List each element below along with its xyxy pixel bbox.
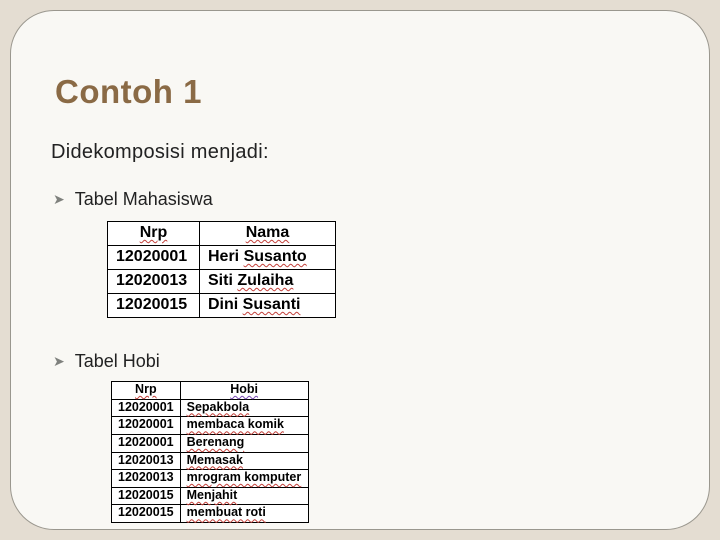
table-row: 12020015 Dini Susanti bbox=[108, 294, 336, 318]
slide-frame: Contoh 1 Didekomposisi menjadi: ➤ Tabel … bbox=[10, 10, 710, 530]
cell-nrp: 12020013 bbox=[112, 470, 181, 488]
cell-nrp: 12020001 bbox=[112, 417, 181, 435]
table-row: 12020015 membuat roti bbox=[112, 505, 309, 523]
cell-hobi: Sepakbola bbox=[180, 399, 308, 417]
col-header-nrp: Nrp bbox=[112, 382, 181, 400]
cell-nama: Heri Susanto bbox=[200, 246, 336, 270]
bullet-mahasiswa: ➤ Tabel Mahasiswa bbox=[53, 189, 213, 210]
bullet-mahasiswa-label: Tabel Mahasiswa bbox=[75, 189, 213, 210]
col-header-nrp: Nrp bbox=[108, 222, 200, 246]
table-row: 12020015 Menjahit bbox=[112, 487, 309, 505]
cell-nrp: 12020015 bbox=[112, 487, 181, 505]
cell-nrp: 12020001 bbox=[112, 434, 181, 452]
slide-title: Contoh 1 bbox=[55, 73, 202, 111]
cell-hobi: Memasak bbox=[180, 452, 308, 470]
table-mahasiswa: Nrp Nama 12020001 Heri Susanto 12020013 … bbox=[107, 221, 336, 318]
cell-nama: Dini Susanti bbox=[200, 294, 336, 318]
table-row: 12020013 mrogram komputer bbox=[112, 470, 309, 488]
col-header-hobi: Hobi bbox=[180, 382, 308, 400]
cell-nrp: 12020001 bbox=[112, 399, 181, 417]
table-row: Nrp Nama bbox=[108, 222, 336, 246]
chevron-right-icon: ➤ bbox=[53, 353, 65, 370]
cell-hobi: membaca komik bbox=[180, 417, 308, 435]
table-row: 12020001 membaca komik bbox=[112, 417, 309, 435]
cell-nrp: 12020013 bbox=[108, 270, 200, 294]
bullet-hobi: ➤ Tabel Hobi bbox=[53, 351, 160, 372]
cell-hobi: membuat roti bbox=[180, 505, 308, 523]
col-header-nama: Nama bbox=[200, 222, 336, 246]
table-hobi: Nrp Hobi 12020001 Sepakbola 12020001 mem… bbox=[111, 381, 309, 523]
cell-nrp: 12020001 bbox=[108, 246, 200, 270]
cell-nrp: 12020015 bbox=[108, 294, 200, 318]
slide-subtitle: Didekomposisi menjadi: bbox=[51, 141, 269, 164]
table-row: 12020013 Memasak bbox=[112, 452, 309, 470]
bullet-hobi-label: Tabel Hobi bbox=[75, 351, 160, 372]
cell-hobi: Menjahit bbox=[180, 487, 308, 505]
cell-hobi: mrogram komputer bbox=[180, 470, 308, 488]
chevron-right-icon: ➤ bbox=[53, 191, 65, 208]
cell-hobi: Berenang bbox=[180, 434, 308, 452]
cell-nrp: 12020015 bbox=[112, 505, 181, 523]
table-row: Nrp Hobi bbox=[112, 382, 309, 400]
table-row: 12020001 Heri Susanto bbox=[108, 246, 336, 270]
table-row: 12020013 Siti Zulaiha bbox=[108, 270, 336, 294]
cell-nama: Siti Zulaiha bbox=[200, 270, 336, 294]
table-row: 12020001 Berenang bbox=[112, 434, 309, 452]
cell-nrp: 12020013 bbox=[112, 452, 181, 470]
table-row: 12020001 Sepakbola bbox=[112, 399, 309, 417]
